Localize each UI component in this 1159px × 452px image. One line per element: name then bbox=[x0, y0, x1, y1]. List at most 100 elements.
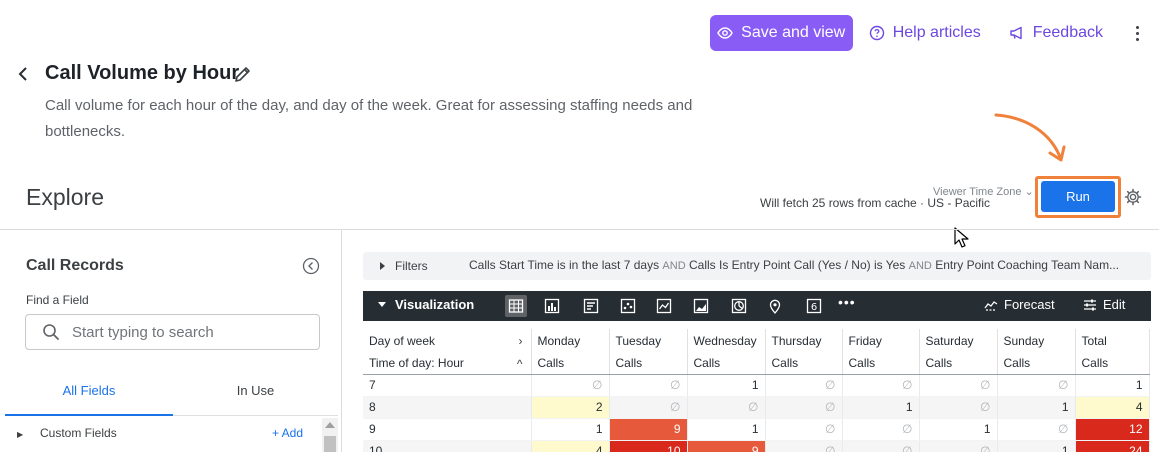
edit-label: Edit bbox=[1103, 297, 1126, 312]
measure-header[interactable]: Calls bbox=[687, 352, 766, 375]
table-cell[interactable]: 9 bbox=[687, 440, 766, 452]
scrollbar-thumb[interactable] bbox=[324, 436, 336, 452]
table-cell[interactable]: 1 bbox=[997, 440, 1076, 452]
table-cell[interactable]: 1 bbox=[1075, 374, 1150, 397]
table-cell[interactable]: ∅ bbox=[609, 396, 688, 419]
scroll-up-arrow-icon[interactable] bbox=[325, 422, 335, 428]
row-label[interactable]: 9 bbox=[363, 418, 532, 441]
table-cell[interactable]: ∅ bbox=[765, 396, 843, 419]
table-cell[interactable]: ∅ bbox=[765, 418, 843, 441]
table-cell[interactable]: 1 bbox=[531, 418, 610, 441]
collapse-panel-icon[interactable] bbox=[302, 257, 320, 275]
back-chevron-icon[interactable] bbox=[16, 64, 30, 84]
save-and-view-button[interactable]: Save and view bbox=[709, 15, 853, 51]
table-cell[interactable]: ∅ bbox=[842, 374, 920, 397]
table-cell[interactable]: ∅ bbox=[609, 374, 688, 397]
table-cell[interactable]: ∅ bbox=[919, 440, 998, 452]
bar-chart-icon[interactable] bbox=[541, 295, 563, 317]
table-cell[interactable]: 1 bbox=[997, 396, 1076, 419]
visualization-label[interactable]: Visualization bbox=[395, 297, 474, 312]
row-label[interactable]: 7 bbox=[363, 374, 532, 397]
measure-header[interactable]: Calls bbox=[842, 352, 920, 375]
pivot-dimension-header[interactable]: Day of week › bbox=[363, 329, 532, 352]
column-header[interactable]: Tuesday bbox=[609, 329, 688, 352]
feedback-link[interactable]: Feedback bbox=[1009, 24, 1103, 42]
measure-header[interactable]: Calls bbox=[531, 352, 610, 375]
table-row: 9 1 9 1 ∅ ∅ 1 ∅ 12 bbox=[363, 418, 1150, 441]
table-cell[interactable]: 1 bbox=[687, 374, 766, 397]
custom-fields-group[interactable]: Custom Fields bbox=[40, 426, 117, 440]
column-header[interactable]: Sunday bbox=[997, 329, 1076, 352]
table-cell[interactable]: ∅ bbox=[997, 418, 1076, 441]
visualization-collapse-icon[interactable] bbox=[378, 302, 386, 307]
chevron-right-icon[interactable]: › bbox=[519, 334, 523, 348]
pencil-edit-icon[interactable] bbox=[233, 64, 253, 84]
sort-caret-up-icon[interactable]: ^ bbox=[517, 357, 523, 371]
help-articles-link[interactable]: Help articles bbox=[869, 24, 981, 42]
column-header[interactable]: Total bbox=[1075, 329, 1150, 352]
table-cell[interactable]: 2 bbox=[531, 396, 610, 419]
table-cell[interactable]: 10 bbox=[609, 440, 688, 452]
mouse-cursor-icon bbox=[954, 227, 969, 248]
vertical-divider bbox=[341, 230, 342, 452]
row-label[interactable]: 10 bbox=[363, 440, 532, 452]
table-cell[interactable]: 4 bbox=[531, 440, 610, 452]
table-cell[interactable]: 12 bbox=[1075, 418, 1150, 441]
more-menu-icon[interactable] bbox=[1131, 25, 1143, 41]
single-value-icon[interactable] bbox=[580, 295, 602, 317]
forecast-label: Forecast bbox=[1004, 297, 1055, 312]
run-button[interactable]: Run bbox=[1041, 181, 1115, 212]
measure-header[interactable]: Calls bbox=[609, 352, 688, 375]
save-and-view-label: Save and view bbox=[741, 24, 846, 41]
number-icon[interactable]: 6 bbox=[803, 295, 825, 317]
field-search-input[interactable] bbox=[72, 322, 312, 342]
page-title: Call Volume by Hour bbox=[45, 62, 240, 84]
table-cell[interactable]: ∅ bbox=[919, 374, 998, 397]
forecast-icon bbox=[984, 300, 998, 311]
table-cell[interactable]: ∅ bbox=[765, 374, 843, 397]
pie-chart-icon[interactable] bbox=[728, 295, 750, 317]
filter-and: AND bbox=[908, 260, 932, 272]
forecast-button[interactable]: Forecast bbox=[984, 297, 1055, 312]
gear-icon[interactable] bbox=[1124, 188, 1142, 206]
measure-header[interactable]: Calls bbox=[997, 352, 1076, 375]
table-cell[interactable]: 4 bbox=[1075, 396, 1150, 419]
feedback-label: Feedback bbox=[1032, 24, 1103, 41]
scatter-icon[interactable] bbox=[617, 295, 639, 317]
table-cell[interactable]: ∅ bbox=[842, 440, 920, 452]
table-cell[interactable]: ∅ bbox=[842, 418, 920, 441]
table-cell[interactable]: 9 bbox=[609, 418, 688, 441]
column-header[interactable]: Saturday bbox=[919, 329, 998, 352]
add-custom-field-button[interactable]: + Add bbox=[272, 426, 303, 440]
measure-header[interactable]: Calls bbox=[919, 352, 998, 375]
table-cell[interactable]: ∅ bbox=[919, 396, 998, 419]
table-cell[interactable]: ∅ bbox=[687, 396, 766, 419]
more-visualizations-icon[interactable]: ••• bbox=[838, 294, 856, 310]
table-cell[interactable]: ∅ bbox=[531, 374, 610, 397]
map-pin-icon[interactable] bbox=[764, 295, 786, 317]
table-cell[interactable]: 1 bbox=[919, 418, 998, 441]
line-chart-icon[interactable] bbox=[653, 295, 675, 317]
table-cell[interactable]: 1 bbox=[687, 418, 766, 441]
column-header[interactable]: Thursday bbox=[765, 329, 843, 352]
edit-visualization-button[interactable]: Edit bbox=[1083, 297, 1125, 312]
row-dimension-header[interactable]: Time of day: Hour ^ bbox=[363, 352, 532, 375]
table-cell[interactable]: ∅ bbox=[765, 440, 843, 452]
area-chart-icon[interactable] bbox=[690, 295, 712, 317]
filters-label[interactable]: Filters bbox=[395, 259, 428, 273]
measure-header[interactable]: Calls bbox=[1075, 352, 1150, 375]
search-icon bbox=[43, 324, 59, 340]
row-label[interactable]: 8 bbox=[363, 396, 532, 419]
column-header[interactable]: Wednesday bbox=[687, 329, 766, 352]
filters-expand-icon[interactable] bbox=[380, 262, 385, 270]
tab-all-fields[interactable]: All Fields bbox=[5, 378, 173, 416]
table-cell[interactable]: 1 bbox=[842, 396, 920, 419]
column-header[interactable]: Monday bbox=[531, 329, 610, 352]
table-cell[interactable]: ∅ bbox=[997, 374, 1076, 397]
column-header[interactable]: Friday bbox=[842, 329, 920, 352]
table-icon[interactable] bbox=[505, 295, 527, 317]
tab-in-use[interactable]: In Use bbox=[173, 378, 338, 416]
table-cell[interactable]: 24 bbox=[1075, 440, 1150, 452]
measure-header[interactable]: Calls bbox=[765, 352, 843, 375]
expand-caret-icon[interactable]: ▶ bbox=[17, 430, 23, 439]
